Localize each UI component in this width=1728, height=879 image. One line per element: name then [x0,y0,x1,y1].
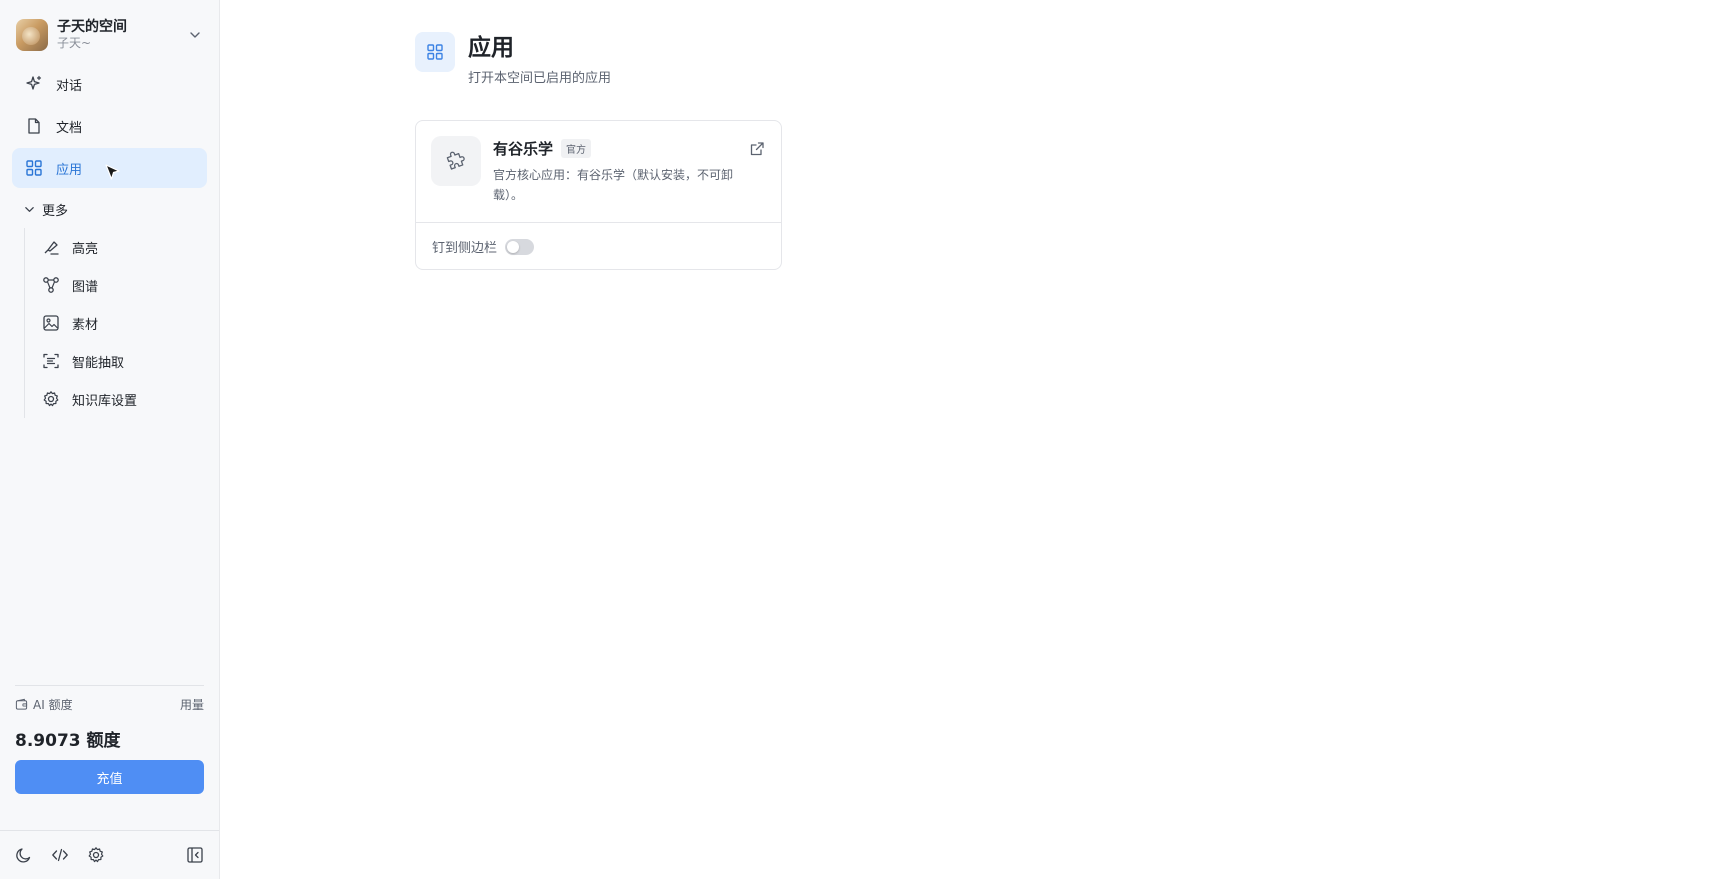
more-label: 更多 [42,203,69,219]
graph-icon [41,275,61,295]
chevron-down-icon [22,202,36,216]
sub-item-label: 图谱 [72,279,99,295]
external-link-icon[interactable] [749,141,765,157]
nav-label: 应用 [56,162,83,178]
sub-item-label: 高亮 [72,241,99,257]
sub-item-label: 智能抽取 [72,355,125,371]
recharge-button[interactable]: 充值 [15,760,204,794]
pin-row: 钉到侧边栏 [416,222,781,270]
app-description: 官方核心应用：有谷乐学（默认安装，不可卸载）。 [493,168,734,202]
page-subtitle: 打开本空间已启用的应用 [468,71,612,86]
file-icon [24,116,44,136]
wallet-icon [15,698,29,712]
workspace-user: 子天~ [57,35,92,50]
collapse-sidebar-icon[interactable] [185,845,205,865]
workspace-name: 子天的空间 [57,18,127,35]
pin-to-sidebar-toggle[interactable] [505,238,535,255]
usage-link[interactable]: 用量 [180,696,204,713]
puzzle-icon [431,136,481,186]
image-icon [41,313,61,333]
sub-item-label: 素材 [72,317,99,333]
pin-label: 钉到侧边栏 [432,241,498,256]
sidebar: 子天的空间 子天~ 对话 文档 应用 更多 高亮 图谱 素材 智能抽取 知识库设… [0,0,220,879]
more-subnav: 高亮 图谱 素材 智能抽取 知识库设置 [24,228,208,418]
settings-gear-icon[interactable] [86,845,106,865]
chevron-down-icon[interactable] [187,27,203,43]
page-title: 应用 [468,35,514,61]
sidebar-footer [0,830,219,879]
sparkle-icon [24,74,44,94]
grid-icon [24,158,44,178]
workspace-switcher[interactable]: 子天的空间 子天~ [0,0,219,52]
official-badge: 官方 [561,139,592,158]
sidebar-item-graph[interactable]: 图谱 [35,266,208,304]
credit-amount: 8.9073 额度 [15,731,121,751]
page-header: 应用 打开本空间已启用的应用 [415,32,611,86]
nav-label: 对话 [56,78,83,94]
app-root: 子天的空间 子天~ 对话 文档 应用 更多 高亮 图谱 素材 智能抽取 知识库设… [0,0,1728,879]
sidebar-item-extract[interactable]: 智能抽取 [35,342,208,380]
sub-item-label: 知识库设置 [72,393,138,409]
credit-label: AI 额度 [33,698,73,712]
highlighter-icon [41,237,61,257]
nav-label: 文档 [56,120,83,136]
moon-icon[interactable] [14,845,34,865]
nav-item-chat[interactable]: 对话 [12,64,207,104]
main-content: 应用 打开本空间已启用的应用 有谷乐学 官方 官方核心应用：有谷乐学（默认安装，… [220,0,1728,879]
more-section-toggle[interactable]: 更多 [0,190,219,228]
gear-icon [41,389,61,409]
ai-credit-panel: AI 额度 用量 8.9073 额度 充值 [15,685,204,794]
app-title: 有谷乐学 [493,140,554,158]
sidebar-item-kb-settings[interactable]: 知识库设置 [35,380,208,418]
mouse-cursor-icon [105,164,120,180]
grid-icon [415,32,455,72]
nav-item-docs[interactable]: 文档 [12,106,207,146]
avatar [16,18,48,51]
sidebar-item-highlight[interactable]: 高亮 [35,228,208,266]
sidebar-item-assets[interactable]: 素材 [35,304,208,342]
app-card: 有谷乐学 官方 官方核心应用：有谷乐学（默认安装，不可卸载）。 钉到侧边栏 [415,120,782,270]
code-icon[interactable] [50,845,70,865]
scan-text-icon [41,351,61,371]
